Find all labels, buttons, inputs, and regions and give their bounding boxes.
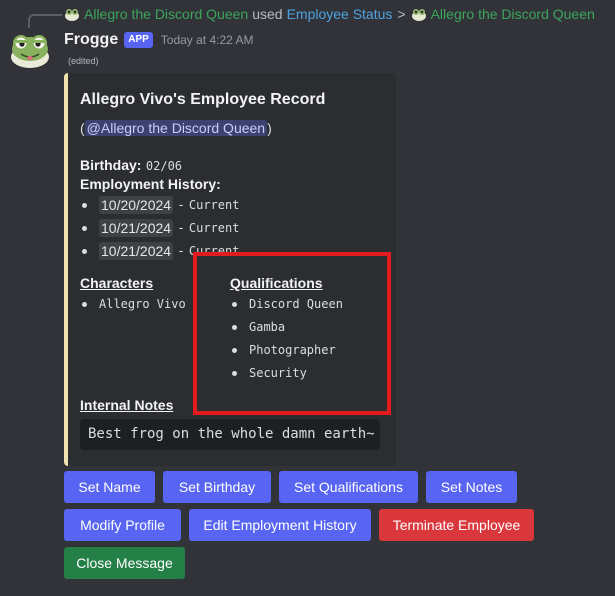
- avatar[interactable]: [9, 31, 51, 69]
- employment-label: Employment History:: [80, 176, 221, 192]
- reply-arrow: >: [397, 6, 406, 22]
- close-message-button[interactable]: Close Message: [64, 547, 185, 579]
- app-badge: APP: [124, 32, 153, 48]
- list-item: 10/20/2024 - Current: [80, 196, 239, 214]
- embed-title: Allegro Vivo's Employee Record: [80, 91, 326, 108]
- terminate-employee-button[interactable]: Terminate Employee: [379, 509, 534, 541]
- reply-header[interactable]: Allegro the Discord Queen used Employee …: [64, 6, 595, 22]
- birthday-label: Birthday:: [80, 157, 142, 173]
- reply-connector: [28, 14, 62, 28]
- user-mention[interactable]: @Allegro the Discord Queen: [84, 120, 268, 136]
- message-author: Frogge APP Today at 4:22 AM: [64, 31, 254, 49]
- reply-used-text: used: [252, 6, 283, 22]
- embed-mention-line: (@Allegro the Discord Queen): [80, 120, 272, 136]
- character-name: Allegro Vivo: [99, 297, 186, 311]
- employment-date[interactable]: 10/21/2024: [99, 219, 174, 237]
- reply-target-user[interactable]: Allegro the Discord Queen: [431, 6, 595, 22]
- bullet-icon: [82, 202, 87, 208]
- author-name[interactable]: Frogge: [64, 31, 118, 49]
- reply-command[interactable]: Employee Status: [287, 6, 393, 22]
- list-item: 10/21/2024 - Current: [80, 219, 239, 237]
- characters-label: Characters: [80, 275, 154, 291]
- bullet-icon: [82, 225, 87, 231]
- list-item: Allegro Vivo: [80, 297, 186, 311]
- birthday-value: 02/06: [145, 159, 183, 173]
- set-birthday-button[interactable]: Set Birthday: [163, 471, 271, 503]
- reply-user[interactable]: Allegro the Discord Queen: [84, 6, 248, 22]
- internal-notes-label: Internal Notes: [80, 397, 174, 413]
- paren-open: (: [80, 120, 85, 136]
- employment-date[interactable]: 10/20/2024: [99, 196, 174, 214]
- edit-employment-history-button[interactable]: Edit Employment History: [189, 509, 371, 541]
- frog-avatar-icon: [64, 6, 80, 22]
- set-qualifications-button[interactable]: Set Qualifications: [279, 471, 418, 503]
- message-timestamp[interactable]: Today at 4:22 AM: [161, 33, 254, 47]
- set-name-button[interactable]: Set Name: [64, 471, 155, 503]
- internal-notes-codeblock: Best frog on the whole damn earth~: [80, 419, 380, 450]
- employment-dash: -: [177, 243, 185, 259]
- highlight-box: [193, 252, 391, 415]
- modify-profile-button[interactable]: Modify Profile: [64, 509, 181, 541]
- employment-status: Current: [188, 198, 240, 212]
- frog-avatar-icon: [411, 6, 427, 22]
- paren-close: ): [267, 120, 272, 136]
- employment-dash: -: [177, 220, 185, 236]
- set-notes-button[interactable]: Set Notes: [426, 471, 517, 503]
- edited-label: (edited): [68, 56, 99, 66]
- bullet-icon: [82, 248, 87, 254]
- employment-date[interactable]: 10/21/2024: [99, 242, 174, 260]
- employment-status: Current: [188, 221, 240, 235]
- birthday-row: Birthday: 02/06: [80, 157, 182, 175]
- bullet-icon: [82, 301, 87, 307]
- employment-dash: -: [177, 197, 185, 213]
